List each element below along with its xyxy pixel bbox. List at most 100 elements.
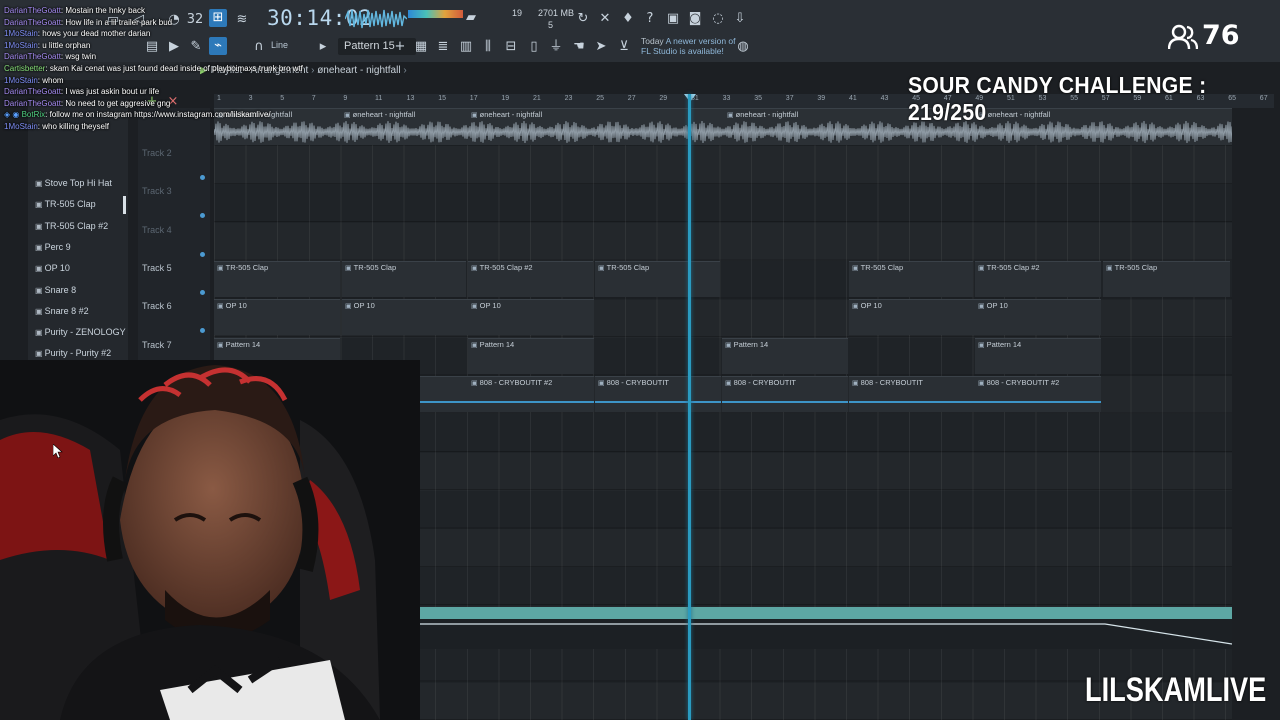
piano-roll-icon[interactable]: ▥ [457, 38, 475, 56]
pattern-clip[interactable]: ▣ 808 - CRYBOUTIT #2 [468, 376, 594, 412]
file-icon[interactable]: ▯ [525, 38, 543, 56]
picker-item[interactable]: ▣ TR-505 Clap [35, 197, 96, 211]
channel-rack-icon[interactable]: ≣ [434, 38, 452, 56]
picker-item[interactable]: ▣ Purity - Purity #2 [35, 346, 111, 360]
chat-icon[interactable]: ◌ [709, 10, 727, 28]
countdown-icon[interactable]: ≋ [233, 11, 251, 29]
pattern-clip[interactable]: ▣ OP 10 [975, 299, 1101, 335]
picker-item[interactable]: ▣ Snare 8 [35, 283, 76, 297]
undo-history-icon[interactable]: ↻ [574, 10, 592, 28]
play-icon[interactable]: ▶ [165, 38, 183, 56]
pattern-clip[interactable]: ▣ 808 - CRYBOUTIT #2 [975, 376, 1101, 412]
track-label[interactable]: Track 3 [142, 186, 172, 196]
clip-label: ▣ TR-505 Clap #2 [978, 263, 1040, 272]
chat-text: hows your dead mother darian [42, 29, 151, 39]
touch-icon[interactable]: ☚ [570, 38, 588, 56]
picker-item[interactable]: ▣ Stove Top Hi Hat [35, 176, 112, 190]
picker-item-label: Purity - ZENOLOGY [44, 327, 126, 338]
pattern-clip[interactable]: ▣ TR-505 Clap #2 [468, 261, 593, 297]
link-icon[interactable]: ⌁ [209, 37, 227, 55]
chat-message: 1MoStain: who killing theyself [4, 122, 109, 131]
pattern-clip[interactable]: ▣808 - CRYBOUTIT [849, 376, 975, 412]
picker-item[interactable]: ▣ Purity - ZENOLOGY [35, 325, 126, 339]
pattern-icon: ▣ [35, 349, 43, 359]
pattern-clip[interactable]: ▣ TR-505 Clap #2 [975, 261, 1101, 297]
playlist-icon[interactable]: ▦ [412, 38, 430, 56]
news-headline: A newer version of [665, 36, 736, 46]
picker-item[interactable]: ▣ Perc 9 [35, 240, 71, 254]
pattern-clip[interactable]: ▣ OP 10 [214, 299, 340, 335]
track-label[interactable]: Track 5 [142, 263, 172, 273]
pattern-clip[interactable]: ▣ OP 10 [468, 299, 594, 335]
pattern-clip[interactable]: ▣ TR-505 Clap [1103, 261, 1230, 297]
tools-icon[interactable]: ✕ [596, 10, 614, 28]
audio-clip-label: ▣ øneheart - nightfall [471, 110, 543, 119]
plugin-icon[interactable]: ⏚ [547, 38, 565, 56]
clip-label: ▣ TR-505 Clap [598, 263, 650, 272]
pitch-icon[interactable]: ▰ [462, 9, 480, 27]
clip-label: ▣808 - CRYBOUTIT [725, 378, 797, 387]
mixer-icon[interactable]: ⫼ [479, 38, 497, 56]
step-32-icon[interactable]: 32 [186, 11, 204, 29]
chat-message: DarianTheGoatt: wsg twin [4, 52, 97, 62]
track-label[interactable]: Track 6 [142, 301, 172, 311]
globe-icon[interactable]: ◍ [734, 38, 752, 56]
picker-item[interactable]: ▣ Snare 8 #2 [35, 304, 89, 318]
track-label[interactable]: Track 2 [142, 148, 172, 158]
pattern-clip[interactable]: ▣ TR-505 Clap [595, 261, 720, 297]
track-mute-led[interactable] [200, 328, 205, 333]
playhead[interactable] [688, 94, 691, 720]
picker-scrollbar[interactable] [123, 196, 126, 214]
help-icon[interactable]: ? [641, 10, 659, 28]
download-icon[interactable]: ⇩ [731, 10, 749, 28]
playlist-view-icon[interactable]: ▤ [143, 38, 161, 56]
chat-message: DarianTheGoatt: Mostain the hnky back [4, 6, 145, 15]
wait-record-icon[interactable]: ⊞ [209, 9, 227, 27]
pattern-clip[interactable]: ▣ Pattern 14 [975, 338, 1101, 374]
pattern-clip[interactable]: ▣ OP 10 [342, 299, 468, 335]
cart-icon[interactable]: ⊻ [615, 38, 633, 56]
track-mute-led[interactable] [200, 213, 205, 218]
track-label[interactable]: Track 4 [142, 225, 172, 235]
save-icon[interactable]: ▣ [664, 10, 682, 28]
track-label[interactable]: Track 7 [142, 340, 172, 350]
pattern-clip[interactable]: ▣ Pattern 14 [722, 338, 848, 374]
add-pattern-icon[interactable]: + [391, 38, 409, 56]
microphone-icon[interactable]: ♦ [619, 10, 637, 28]
pattern-clip[interactable]: ▣ TR-505 Clap [342, 261, 466, 297]
news-panel[interactable]: Today A newer version of FL Studio is av… [641, 36, 741, 56]
mouse-cursor-icon [53, 444, 63, 458]
chat-message: 1MoStain: whom [4, 75, 64, 85]
send-icon[interactable]: ➤ [592, 38, 610, 56]
pencil-icon[interactable]: ✎ [187, 38, 205, 56]
pattern-clip[interactable]: ▣ Pattern 14 [468, 338, 594, 374]
magnet-snap-icon[interactable]: ∩ [250, 38, 268, 56]
pattern-clip[interactable]: ▣ TR-505 Clap [214, 261, 340, 297]
picker-item[interactable]: ▣ OP 10 [35, 261, 70, 275]
picker-item-label: TR-505 Clap [44, 199, 96, 210]
browser-icon[interactable]: ⊟ [502, 38, 520, 56]
pattern-clip[interactable]: ▣808 - CRYBOUTIT [595, 376, 721, 412]
pattern-clip[interactable]: ▣ OP 10 [849, 299, 975, 335]
clip-label: ▣ TR-505 Clap [345, 263, 397, 272]
automation-clip[interactable] [405, 607, 1232, 619]
pattern-icon: ▣ [35, 306, 43, 316]
pattern-clip[interactable]: ▣808 - CRYBOUTIT [722, 376, 848, 412]
arrow-right-icon[interactable]: ▸ [314, 38, 332, 56]
track-mute-led[interactable] [200, 290, 205, 295]
chat-username: BotRix [21, 110, 46, 120]
snap-selector[interactable]: Line [271, 40, 288, 50]
picker-item[interactable]: ▣ TR-505 Clap #2 [35, 219, 108, 233]
audio-clip-label: ▣ øneheart - nightfall [344, 110, 416, 119]
chat-username: DarianTheGoatt [4, 52, 61, 62]
fl-toolbar: ▭ ◁ ◔ 32 ⊞ ≋ 30:14:02 ▰ 19 2701 MB 5 ↻ ✕… [0, 0, 1280, 62]
news-date: Today [641, 36, 664, 46]
track-mute-led[interactable] [200, 175, 205, 180]
track-mute-led[interactable] [200, 252, 205, 257]
challenge-banner: SOUR CANDY CHALLENGE : 219/250 [908, 72, 1207, 125]
record-audio-icon[interactable]: ◙ [686, 10, 704, 28]
chat-text: wsg twin [65, 52, 97, 62]
memory-readout: 2701 MB [538, 8, 575, 18]
chat-text: I was just askin bout ur life [65, 87, 160, 97]
pattern-clip[interactable]: ▣ TR-505 Clap [849, 261, 973, 297]
